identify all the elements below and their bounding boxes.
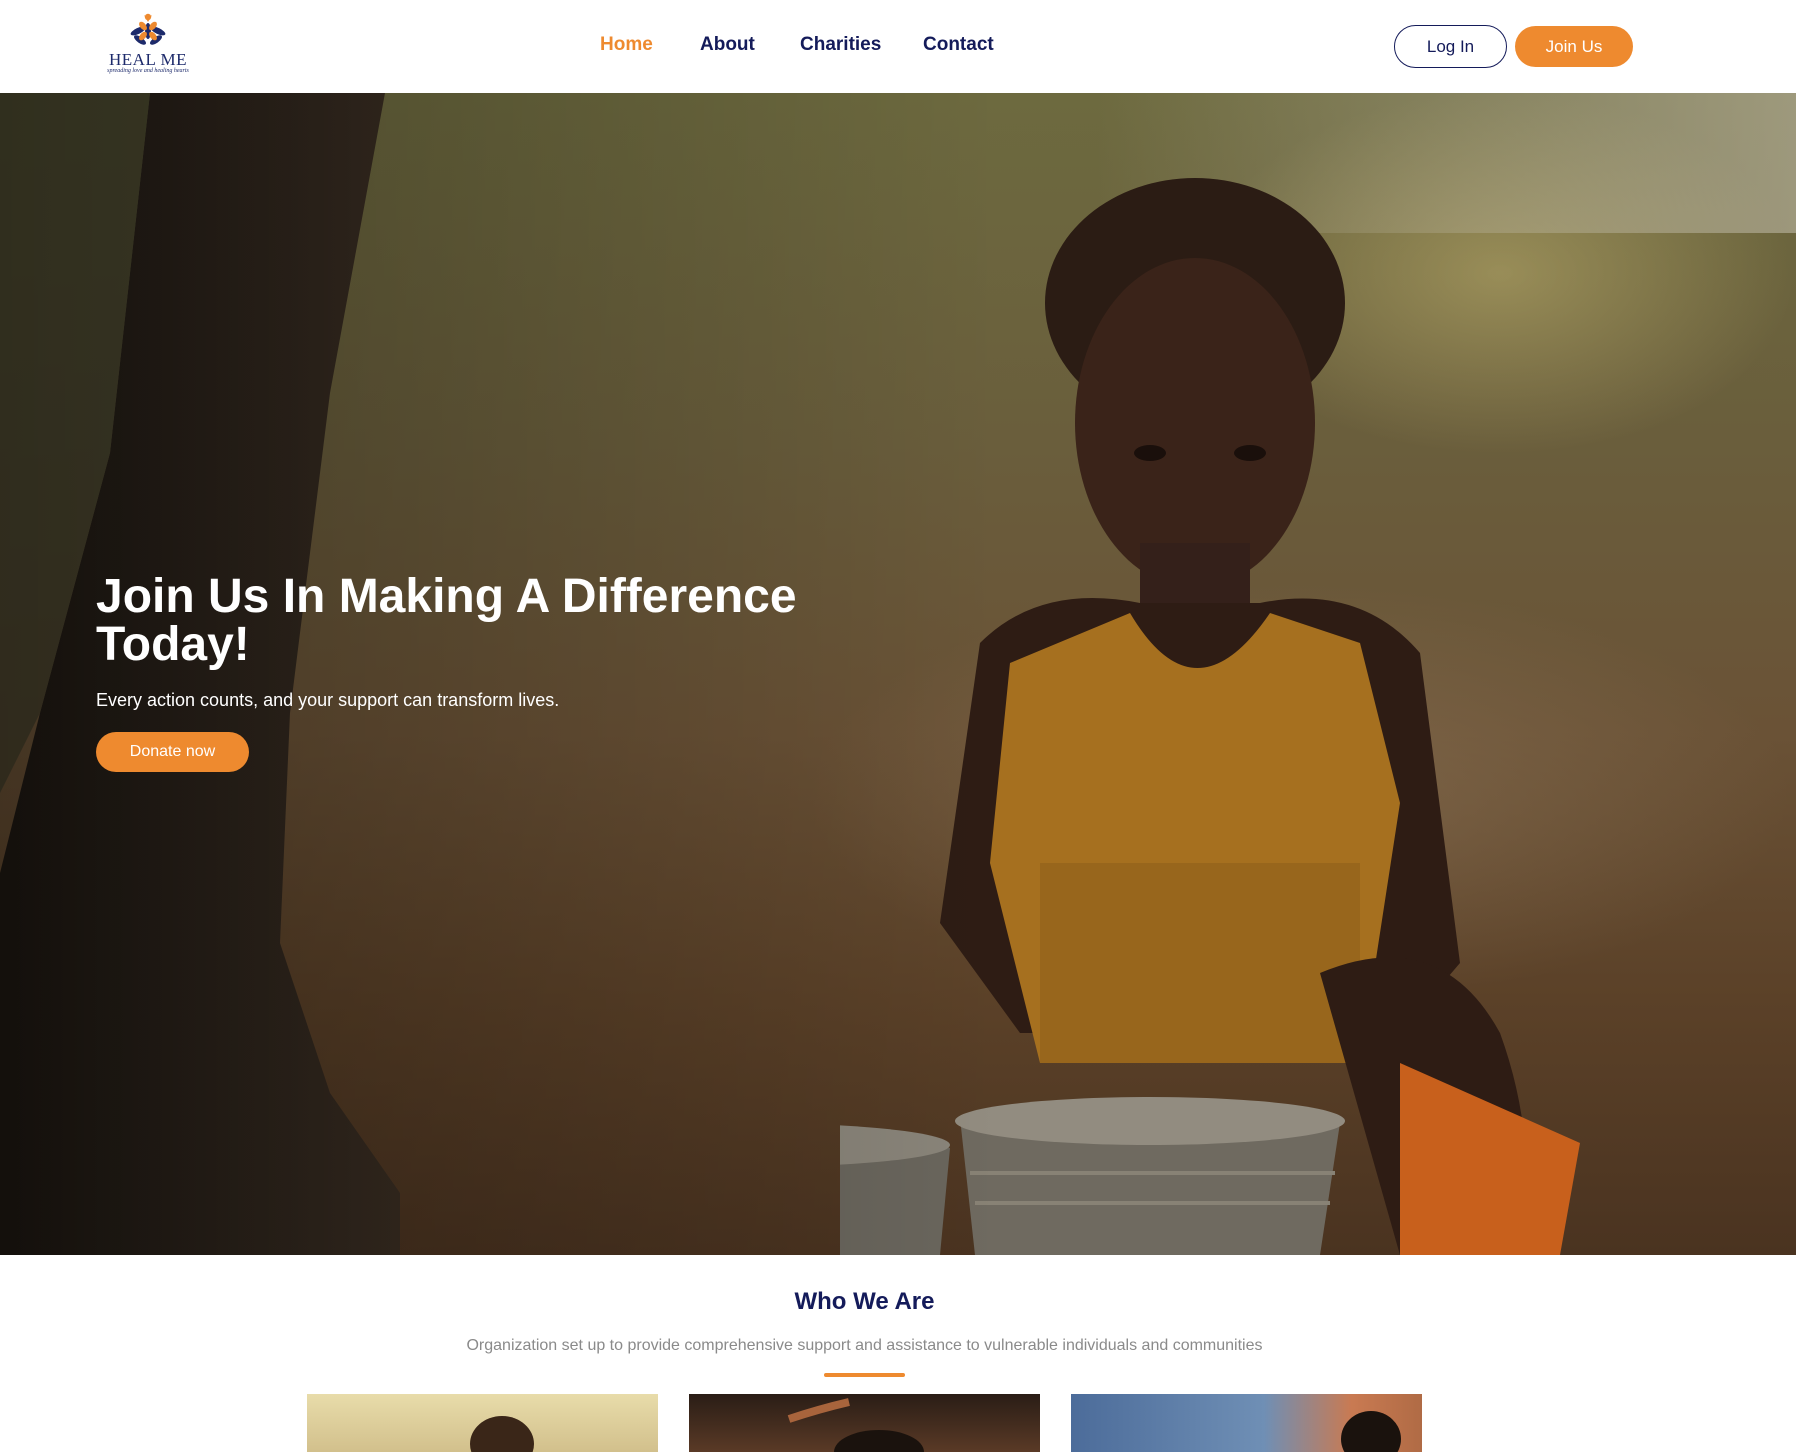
who-card-image-3[interactable] [1071, 1394, 1422, 1452]
nav-about[interactable]: About [700, 34, 755, 56]
login-button[interactable]: Log In [1394, 25, 1507, 68]
nav-charities[interactable]: Charities [800, 34, 881, 56]
section-divider [824, 1373, 905, 1377]
logo-tagline: spreading love and healing hearts [107, 68, 189, 74]
nav-contact[interactable]: Contact [923, 34, 994, 56]
section-description: Organization set up to provide comprehen… [466, 1337, 1263, 1354]
who-card-image-2[interactable] [689, 1394, 1040, 1452]
hero-title: Join Us In Making A Difference Today! [96, 570, 797, 671]
hero-overlay [0, 93, 1000, 1255]
hero-subtitle: Every action counts, and your support ca… [96, 690, 560, 710]
section-title: Who We Are [794, 1288, 935, 1315]
nav-home[interactable]: Home [600, 34, 653, 56]
site-header: HEAL ME spreading love and healing heart… [0, 0, 1796, 93]
child-photo-2 [787, 1398, 924, 1452]
child-photo-3 [1341, 1411, 1401, 1452]
donate-now-button[interactable]: Donate now [96, 732, 249, 772]
child-photo-1 [470, 1416, 534, 1452]
join-us-button[interactable]: Join Us [1515, 26, 1633, 67]
hero-section: Join Us In Making A Difference Today! Ev… [0, 93, 1796, 1255]
who-card-image-1[interactable] [307, 1394, 658, 1452]
